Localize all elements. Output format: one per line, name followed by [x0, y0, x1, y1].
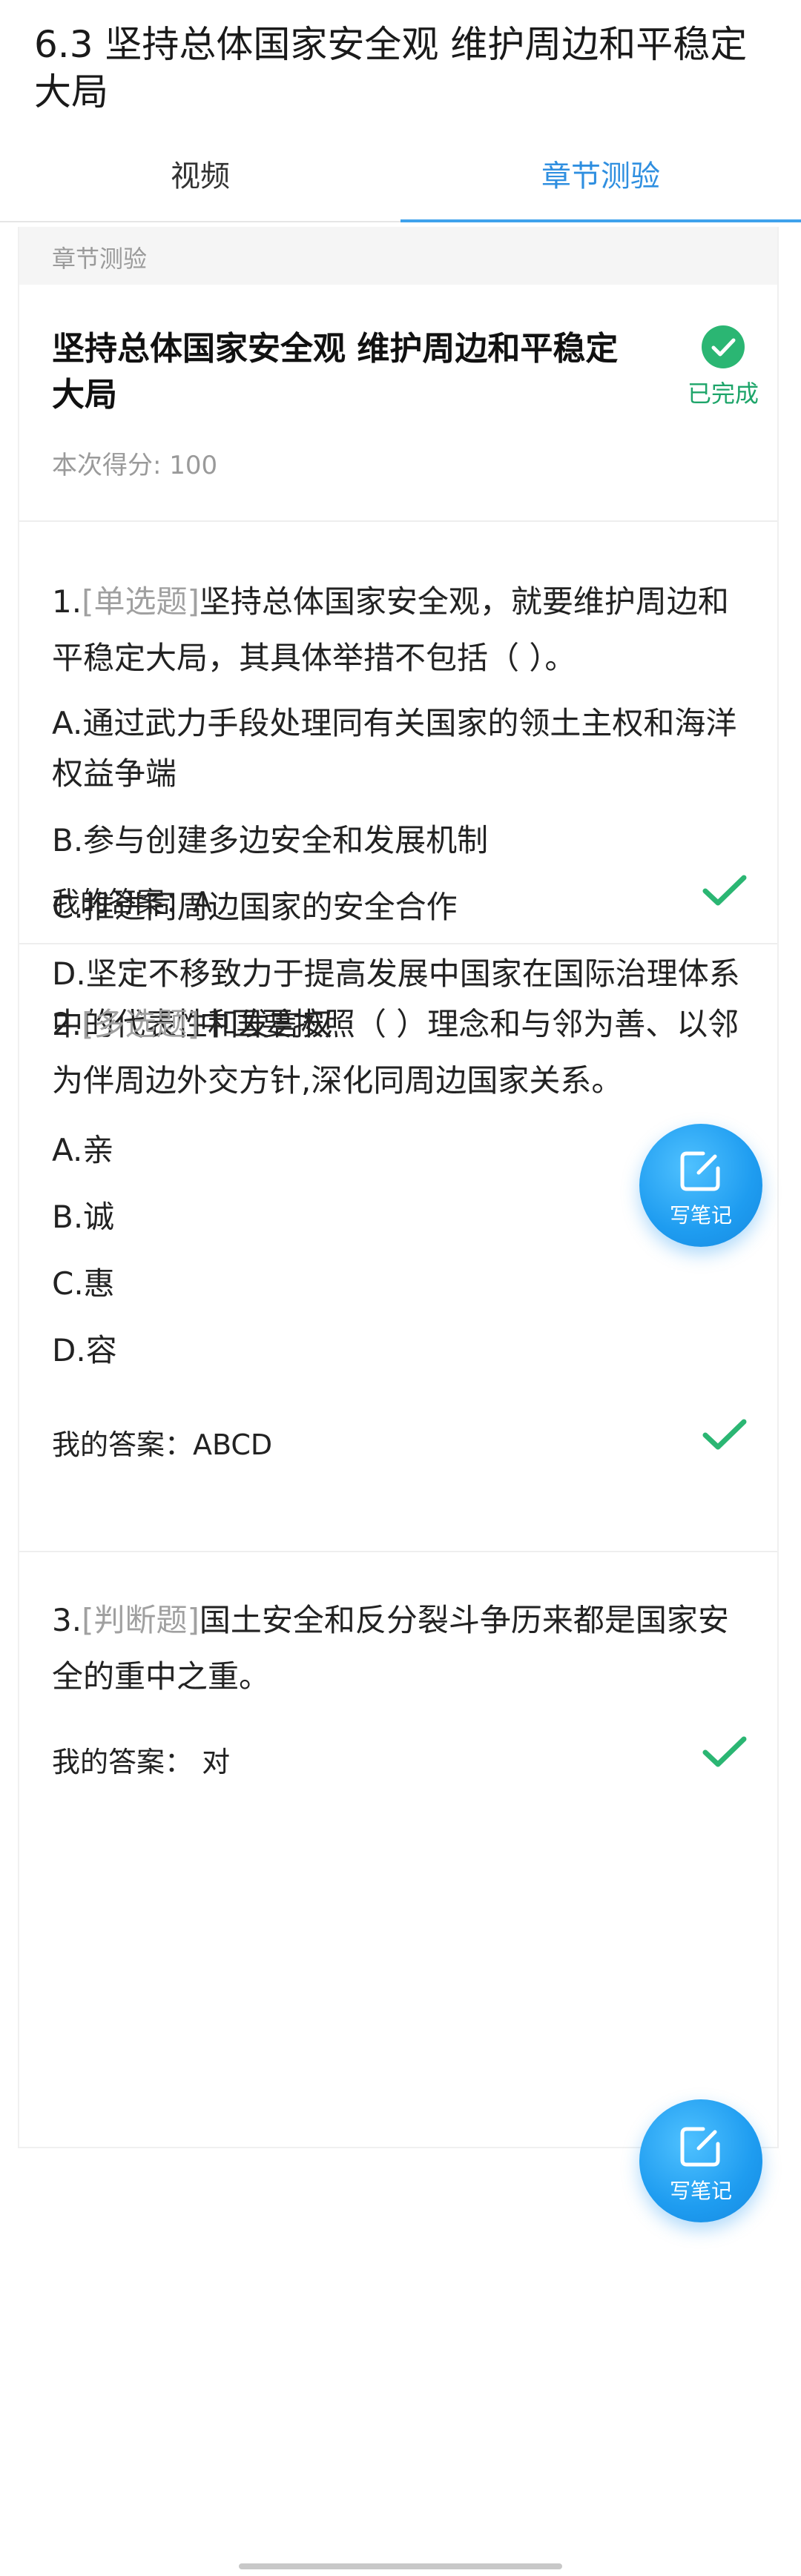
- write-note-label: 写笔记: [669, 1203, 732, 1228]
- quiz-summary: 坚持总体国家安全观 维护周边和平稳定大局 已完成 本次得分: 100: [19, 285, 777, 522]
- correct-check-icon: [702, 875, 747, 906]
- question-stem: 2.[多选题]中国要按照（ ）理念和与邻为善、以邻为伴周边外交方针,深化同周边国…: [52, 996, 749, 1109]
- section-header: 章节测验: [19, 227, 777, 285]
- question-number: 3.: [52, 1602, 82, 1638]
- question-type: [多选题]: [82, 1006, 200, 1042]
- question-3: 3.[判断题]国土安全和反分裂斗争历来都是国家安全的重中之重。 我的答案： 对: [19, 1551, 777, 1870]
- active-tab-indicator: [400, 219, 801, 222]
- write-note-button[interactable]: 写笔记: [639, 1124, 762, 1247]
- my-answer: 我的答案：ABCD: [52, 1428, 273, 1461]
- my-answer: 我的答案：A: [52, 886, 212, 918]
- page-title: 6.3 坚持总体国家安全观 维护周边和平稳定大局: [34, 23, 748, 113]
- completed-label: 已完成: [687, 380, 759, 408]
- question-stem: 3.[判断题]国土安全和反分裂斗争历来都是国家安全的重中之重。: [52, 1592, 749, 1705]
- write-note-button[interactable]: 写笔记: [639, 2099, 762, 2222]
- option-a: A.通过武力手段处理同有关国家的领土主权和海洋权益争端: [52, 705, 737, 792]
- completed-check-icon: [702, 325, 745, 368]
- question-type: [单选题]: [82, 583, 200, 620]
- score-text: 本次得分: 100: [52, 451, 218, 480]
- question-type: [判断题]: [82, 1602, 200, 1638]
- question-2: 2.[多选题]中国要按照（ ）理念和与邻为善、以邻为伴周边外交方针,深化同周边国…: [19, 943, 777, 1552]
- quiz-title: 坚持总体国家安全观 维护周边和平稳定大局: [52, 330, 619, 414]
- option-b: B.参与创建多边安全和发展机制: [52, 822, 489, 858]
- my-answer: 我的答案： 对: [52, 1746, 231, 1778]
- home-indicator[interactable]: [239, 2563, 562, 2569]
- option-c: C.惠: [52, 1265, 115, 1302]
- option-d: D.容: [52, 1332, 117, 1368]
- completed-badge: 已完成: [668, 325, 779, 409]
- correct-check-icon: [702, 1419, 747, 1450]
- section-label: 章节测验: [52, 245, 148, 273]
- edit-note-icon: [680, 2127, 720, 2167]
- question-stem: 1.[单选题]坚持总体国家安全观，就要维护周边和平稳定大局，其具体举措不包括（ …: [52, 574, 749, 686]
- question-number: 2.: [52, 1006, 82, 1042]
- tab-video[interactable]: 视频: [0, 138, 400, 219]
- write-note-label: 写笔记: [669, 2179, 732, 2203]
- tab-chapter-quiz[interactable]: 章节测验: [400, 138, 801, 219]
- correct-check-icon: [702, 1736, 747, 1767]
- edit-note-icon: [680, 1151, 720, 1191]
- question-1: 1.[单选题]坚持总体国家安全观，就要维护周边和平稳定大局，其具体举措不包括（ …: [19, 520, 777, 1042]
- tab-bar: 视频 章节测验: [0, 138, 801, 222]
- question-number: 1.: [52, 583, 82, 620]
